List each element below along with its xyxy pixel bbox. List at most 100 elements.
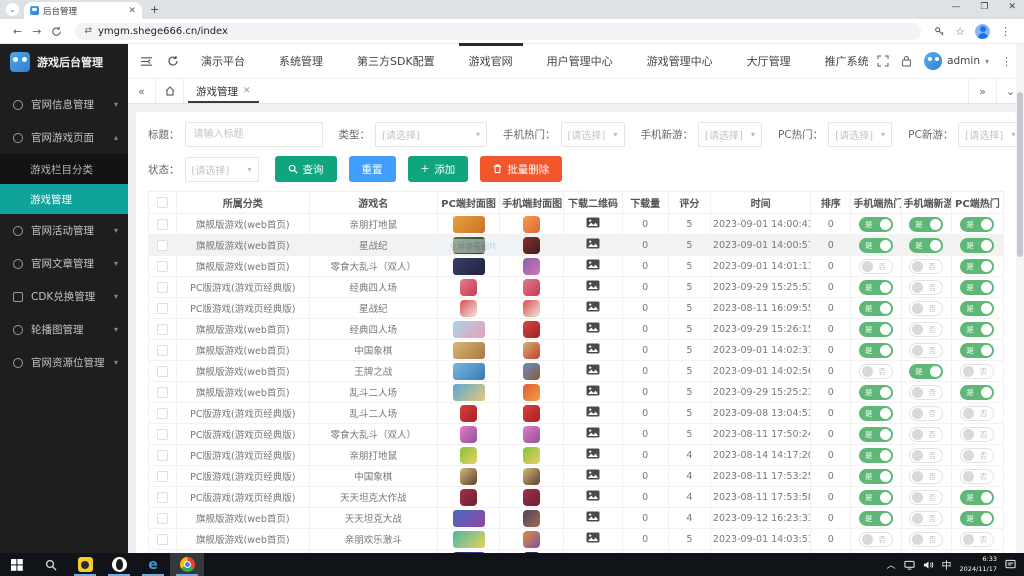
mobile-new-toggle[interactable]: 否 bbox=[909, 468, 944, 484]
mobile-cover-image[interactable] bbox=[523, 404, 541, 422]
mobile-cover-image[interactable] bbox=[523, 383, 541, 401]
pc-cover-image[interactable] bbox=[452, 383, 485, 401]
tabs-scroll-right-icon[interactable]: » bbox=[968, 79, 996, 103]
sidebar-item-game-category[interactable]: 游戏栏目分类 bbox=[0, 154, 128, 184]
qr-image-icon[interactable] bbox=[586, 259, 600, 273]
browser-tab[interactable]: 后台管理 ✕ bbox=[24, 2, 142, 19]
pc-hot-toggle[interactable]: 是 bbox=[960, 279, 995, 295]
pc-cover-image[interactable] bbox=[460, 404, 478, 422]
pc-cover-image[interactable] bbox=[452, 509, 485, 527]
mobile-hot-toggle[interactable]: 是 bbox=[858, 384, 893, 400]
pc-cover-image[interactable] bbox=[452, 530, 485, 548]
mobile-cover-image[interactable] bbox=[523, 278, 541, 296]
pc-cover-image[interactable] bbox=[452, 362, 485, 380]
mobile-hot-toggle[interactable]: 否 bbox=[858, 531, 893, 547]
browser-profile-avatar[interactable] bbox=[975, 23, 990, 39]
notification-icon[interactable] bbox=[1005, 559, 1016, 570]
ime-indicator[interactable]: 中 bbox=[942, 557, 952, 572]
mobile-hot-toggle[interactable]: 否 bbox=[858, 363, 893, 379]
mobile-new-toggle[interactable]: 否 bbox=[909, 531, 944, 547]
mobile-new-toggle[interactable]: 否 bbox=[909, 405, 944, 421]
topnav-item[interactable]: 用户管理中心 bbox=[545, 43, 615, 79]
tab-search-icon[interactable]: ⌄ bbox=[6, 3, 19, 16]
scrollbar-thumb[interactable] bbox=[1017, 92, 1023, 257]
browser-menu-icon[interactable]: ⋮ bbox=[1000, 25, 1011, 38]
mobile-new-toggle[interactable]: 是 bbox=[909, 216, 944, 232]
qr-image-icon[interactable] bbox=[586, 511, 600, 525]
qr-image-icon[interactable] bbox=[586, 532, 600, 546]
qr-image-icon[interactable] bbox=[586, 469, 600, 483]
pc-hot-toggle[interactable]: 是 bbox=[960, 342, 995, 358]
pc-cover-image[interactable] bbox=[460, 446, 478, 464]
qr-image-icon[interactable] bbox=[586, 301, 600, 315]
topnav-item[interactable]: 系统管理 bbox=[277, 43, 325, 79]
mobile-new-toggle[interactable]: 是 bbox=[909, 363, 944, 379]
reset-button[interactable]: 重置 bbox=[348, 156, 396, 182]
mobile-cover-image[interactable] bbox=[523, 299, 541, 317]
pc-hot-toggle[interactable]: 否 bbox=[960, 447, 995, 463]
row-checkbox[interactable] bbox=[157, 344, 169, 356]
mobile-new-toggle[interactable]: 否 bbox=[909, 510, 944, 526]
mobile-new-toggle[interactable]: 否 bbox=[909, 279, 944, 295]
mobile-cover-image[interactable] bbox=[523, 425, 541, 443]
qr-image-icon[interactable] bbox=[586, 406, 600, 420]
mobile-cover-image[interactable] bbox=[523, 236, 541, 254]
select-all-checkbox[interactable] bbox=[157, 197, 169, 208]
mobile-hot-toggle[interactable]: 是 bbox=[858, 510, 893, 526]
mobile-hot-toggle[interactable]: 否 bbox=[858, 258, 893, 274]
volume-icon[interactable] bbox=[923, 560, 934, 570]
start-button[interactable] bbox=[0, 553, 34, 576]
row-checkbox[interactable] bbox=[157, 512, 169, 524]
mobile-new-toggle[interactable]: 否 bbox=[909, 426, 944, 442]
sidebar-item-site-info[interactable]: 官网信息管理 ▾ bbox=[0, 88, 128, 121]
pc-hot-toggle[interactable]: 是 bbox=[960, 384, 995, 400]
mobile-new-toggle[interactable]: 否 bbox=[909, 258, 944, 274]
topnav-item[interactable]: 游戏管理中心 bbox=[645, 43, 715, 79]
tabs-scroll-left-icon[interactable]: « bbox=[128, 79, 156, 103]
row-checkbox[interactable] bbox=[157, 470, 169, 482]
home-icon[interactable] bbox=[156, 79, 184, 103]
topnav-item[interactable]: 游戏官网 bbox=[458, 43, 523, 79]
sidebar-item-articles[interactable]: 官网文章管理 ▾ bbox=[0, 247, 128, 280]
page-scrollbar[interactable] bbox=[1016, 44, 1024, 553]
mobile-hot-toggle[interactable]: 是 bbox=[858, 321, 893, 337]
pc-cover-image[interactable] bbox=[460, 299, 478, 317]
mobile-hot-toggle[interactable]: 是 bbox=[858, 216, 893, 232]
topnav-item[interactable]: 推广系统 bbox=[823, 43, 871, 79]
mobile-hot-toggle[interactable]: 是 bbox=[858, 300, 893, 316]
new-tab-button[interactable]: + bbox=[150, 3, 159, 16]
qr-image-icon[interactable] bbox=[586, 280, 600, 294]
mobile-hot-toggle[interactable]: 是 bbox=[858, 237, 893, 253]
taskbar-clock[interactable]: 6:33 2024/11/17 bbox=[960, 555, 997, 574]
row-checkbox[interactable] bbox=[157, 323, 169, 335]
mobile-hot-toggle[interactable]: 是 bbox=[858, 279, 893, 295]
pc-hot-toggle[interactable]: 是 bbox=[960, 258, 995, 274]
pc-cover-image[interactable] bbox=[452, 341, 485, 359]
batch-delete-button[interactable]: 批量删除 bbox=[480, 156, 563, 182]
bookmark-star-icon[interactable]: ☆ bbox=[955, 25, 965, 38]
pc-hot-toggle[interactable]: 是 bbox=[960, 300, 995, 316]
qr-image-icon[interactable] bbox=[586, 217, 600, 231]
pc-cover-image[interactable] bbox=[452, 215, 485, 233]
reload-icon[interactable] bbox=[51, 26, 62, 37]
tab-close-icon[interactable]: ✕ bbox=[243, 86, 251, 96]
url-field[interactable]: ⇄ ymgm.shege666.cn/index bbox=[75, 22, 922, 40]
title-search-input[interactable] bbox=[184, 122, 323, 147]
taskbar-search-icon[interactable] bbox=[34, 553, 68, 576]
mobile-new-toggle[interactable]: 否 bbox=[909, 489, 944, 505]
row-checkbox[interactable] bbox=[157, 449, 169, 461]
qr-image-icon[interactable] bbox=[586, 343, 600, 357]
mobile-cover-image[interactable] bbox=[523, 509, 541, 527]
mobile-cover-image[interactable] bbox=[523, 467, 541, 485]
forward-icon[interactable]: → bbox=[32, 25, 41, 38]
lock-icon[interactable] bbox=[901, 52, 912, 71]
qr-image-icon[interactable] bbox=[586, 238, 600, 252]
tab-game-management[interactable]: 游戏管理 ✕ bbox=[184, 79, 263, 103]
pc-cover-image[interactable] bbox=[460, 467, 478, 485]
row-checkbox[interactable] bbox=[157, 491, 169, 503]
qr-image-icon[interactable] bbox=[586, 448, 600, 462]
mobile-new-toggle[interactable]: 是 bbox=[909, 237, 944, 253]
taskbar-app-media[interactable] bbox=[68, 553, 102, 576]
tray-hidden-icons[interactable]: ︿ bbox=[887, 558, 896, 571]
row-checkbox[interactable] bbox=[157, 407, 169, 419]
